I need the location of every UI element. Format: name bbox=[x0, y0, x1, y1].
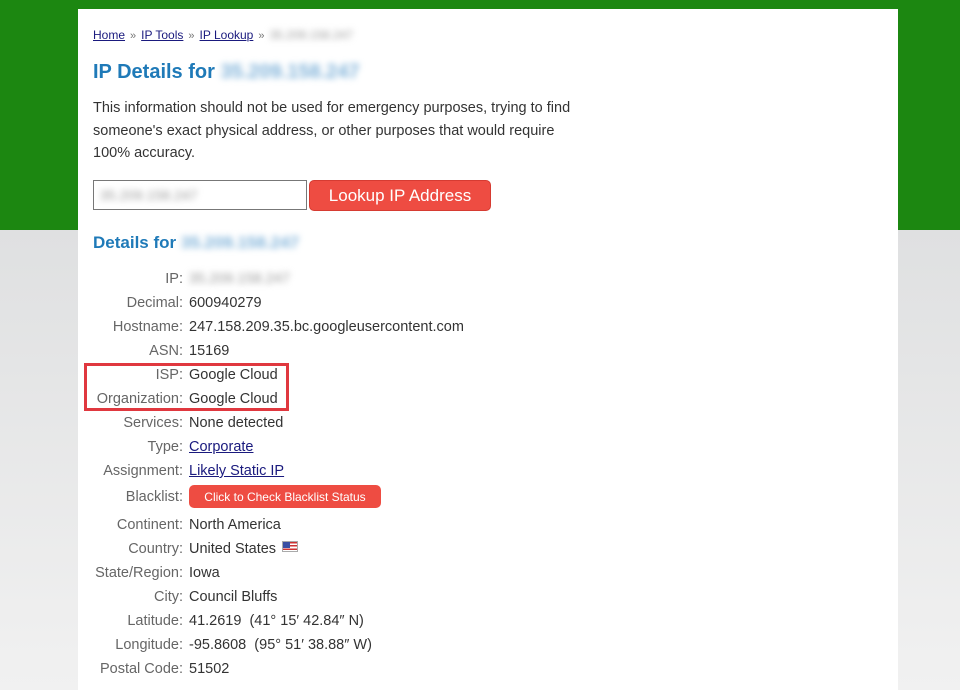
detail-label: Latitude: bbox=[127, 613, 183, 629]
detail-value-hostname: 247.158.209.35.bc.googleusercontent.com bbox=[189, 319, 464, 335]
detail-row-country: Country: United States bbox=[78, 541, 898, 565]
breadcrumb-ip-tools[interactable]: IP Tools bbox=[141, 28, 183, 42]
detail-value-asn: 15169 bbox=[189, 343, 230, 359]
details-heading: Details for 35.209.158.247 bbox=[93, 233, 299, 253]
detail-row-services: Services: None detected bbox=[78, 415, 898, 439]
detail-row-longitude: Longitude: -95.8608 (95° 51′ 38.88″ W) bbox=[78, 637, 898, 661]
detail-label: Decimal: bbox=[126, 295, 183, 311]
detail-value-country: United States bbox=[189, 541, 277, 557]
check-blacklist-button[interactable]: Click to Check Blacklist Status bbox=[189, 485, 381, 508]
detail-value-city: Council Bluffs bbox=[189, 589, 278, 605]
detail-label: Blacklist: bbox=[125, 489, 183, 505]
type-link[interactable]: Corporate bbox=[189, 439, 253, 455]
content-panel: Home » IP Tools » IP Lookup » 35.209.158.247 I… bbox=[78, 9, 898, 690]
detail-row-assignment: Assignment: Likely Static IP bbox=[78, 463, 898, 487]
detail-row-decimal: Decimal: 600940279 bbox=[78, 295, 898, 319]
detail-label: Type: bbox=[147, 439, 183, 455]
page-title-prefix: IP Details for bbox=[93, 61, 215, 83]
detail-label: Country: bbox=[128, 541, 183, 557]
detail-value-latitude: 41.2619 (41° 15′ 42.84″ N) bbox=[189, 613, 364, 629]
detail-value-longitude: -95.8608 (95° 51′ 38.88″ W) bbox=[189, 637, 372, 653]
breadcrumb-separator: » bbox=[130, 30, 137, 42]
disclaimer-text: This information should not be used for … bbox=[93, 100, 571, 161]
detail-label: ASN: bbox=[149, 343, 183, 359]
breadcrumb-ip-lookup[interactable]: IP Lookup bbox=[200, 28, 254, 42]
detail-row-continent: Continent: North America bbox=[78, 517, 898, 541]
detail-value-services: None detected bbox=[189, 415, 284, 431]
details-heading-ip: 35.209.158.247 bbox=[180, 233, 300, 252]
breadcrumb-separator: » bbox=[188, 30, 195, 42]
detail-label: Longitude: bbox=[115, 637, 183, 653]
ip-lookup-input[interactable] bbox=[93, 180, 307, 210]
detail-value-continent: North America bbox=[189, 517, 281, 533]
detail-label: Postal Code: bbox=[99, 661, 183, 677]
detail-row-city: City: Council Bluffs bbox=[78, 589, 898, 613]
detail-row-ip: IP: 35.209.158.247 bbox=[78, 271, 898, 295]
detail-row-postal: Postal Code: 51502 bbox=[78, 661, 898, 685]
detail-label: State/Region: bbox=[95, 565, 183, 581]
detail-row-latitude: Latitude: 41.2619 (41° 15′ 42.84″ N) bbox=[78, 613, 898, 637]
breadcrumb-current-ip: 35.209.158.247 bbox=[269, 28, 353, 42]
detail-label: Services: bbox=[123, 415, 183, 431]
detail-label: City: bbox=[154, 589, 183, 605]
detail-label: Hostname: bbox=[112, 319, 183, 335]
detail-value-postal: 51502 bbox=[189, 661, 230, 677]
assignment-link[interactable]: Likely Static IP bbox=[189, 463, 284, 479]
details-heading-prefix: Details for bbox=[93, 233, 177, 252]
breadcrumb: Home » IP Tools » IP Lookup » 35.209.158.247 bbox=[93, 28, 353, 42]
lookup-ip-button[interactable]: Lookup IP Address bbox=[309, 180, 491, 211]
breadcrumb-separator: » bbox=[258, 30, 265, 42]
isp-organization-highlight-box bbox=[84, 363, 289, 411]
breadcrumb-home[interactable]: Home bbox=[93, 28, 125, 42]
detail-row-type: Type: Corporate bbox=[78, 439, 898, 463]
detail-value-region: Iowa bbox=[189, 565, 220, 581]
page-title: IP Details for 35.209.158.247 bbox=[93, 61, 360, 84]
detail-row-blacklist: Blacklist: Click to Check Blacklist Stat… bbox=[78, 485, 898, 513]
detail-label: IP: bbox=[165, 271, 183, 287]
detail-row-hostname: Hostname: 247.158.209.35.bc.googleuserco… bbox=[78, 319, 898, 343]
detail-label: Continent: bbox=[116, 517, 183, 533]
detail-label: Assignment: bbox=[103, 463, 183, 479]
us-flag-icon bbox=[282, 541, 299, 552]
page-title-ip: 35.209.158.247 bbox=[220, 61, 360, 83]
detail-value-decimal: 600940279 bbox=[189, 295, 262, 311]
detail-row-region: State/Region: Iowa bbox=[78, 565, 898, 589]
detail-value-ip: 35.209.158.247 bbox=[189, 271, 290, 287]
